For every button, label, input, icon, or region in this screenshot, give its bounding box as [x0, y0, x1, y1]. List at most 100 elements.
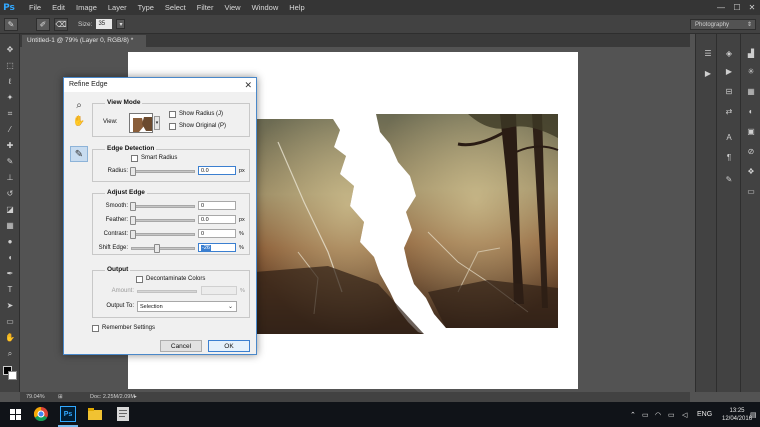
channels-panel-icon[interactable]: ⇄: [722, 106, 736, 118]
show-radius-checkbox[interactable]: [169, 111, 176, 118]
shift-edge-slider-knob[interactable]: [154, 244, 160, 253]
swatches-panel-icon[interactable]: ▦: [744, 86, 758, 98]
navigator-panel-icon[interactable]: ✳: [744, 66, 758, 78]
path-selection-tool-icon[interactable]: ➤: [3, 300, 17, 312]
history-panel-icon[interactable]: ☰: [701, 48, 715, 60]
smooth-slider[interactable]: [130, 202, 195, 211]
move-tool-icon[interactable]: ✥: [3, 44, 17, 56]
timeline-panel-icon[interactable]: ▭: [744, 186, 758, 198]
refine-radius-brush-icon[interactable]: ✎: [70, 146, 88, 162]
marquee-tool-icon[interactable]: ⬚: [3, 60, 17, 72]
menu-file[interactable]: File: [29, 3, 41, 12]
dodge-tool-icon[interactable]: ◖: [3, 252, 17, 264]
menu-view[interactable]: View: [224, 3, 240, 12]
history-brush-tool-icon[interactable]: ↺: [3, 188, 17, 200]
zoom-level[interactable]: 79.04%: [26, 392, 45, 402]
histogram-panel-icon[interactable]: ▟: [744, 48, 758, 60]
menu-window[interactable]: Window: [252, 3, 279, 12]
zoom-icon[interactable]: ⌕: [70, 98, 88, 114]
file-explorer-icon[interactable]: [86, 405, 104, 423]
character-panel-icon[interactable]: A: [722, 132, 736, 144]
color-panel-icon[interactable]: ◐: [744, 106, 758, 118]
properties-panel-icon[interactable]: ⊟: [722, 86, 736, 98]
brushes-panel-icon[interactable]: ✎: [722, 174, 736, 186]
clone-stamp-tool-icon[interactable]: ⊥: [3, 172, 17, 184]
quick-selection-tool-icon[interactable]: ✦: [3, 92, 17, 104]
hand-icon[interactable]: ✋: [70, 114, 88, 130]
battery-icon[interactable]: ▭: [668, 402, 675, 427]
eyedropper-tool-icon[interactable]: ⁄: [3, 124, 17, 136]
remember-settings-checkbox[interactable]: [92, 325, 99, 332]
status-menu-arrow-icon[interactable]: ▸: [134, 392, 137, 402]
gradient-tool-icon[interactable]: ▦: [3, 220, 17, 232]
radius-input[interactable]: 0.0: [198, 166, 236, 175]
chrome-icon[interactable]: [32, 405, 50, 423]
smooth-slider-knob[interactable]: [130, 202, 136, 211]
notifications-icon[interactable]: ▤: [750, 402, 757, 427]
feather-input[interactable]: 0.0: [198, 215, 236, 224]
size-input[interactable]: 35: [96, 19, 113, 29]
layers-panel-icon[interactable]: ◈: [722, 48, 736, 60]
decontaminate-colors-checkbox[interactable]: [136, 276, 143, 283]
type-tool-icon[interactable]: T: [3, 284, 17, 296]
language-indicator[interactable]: ENG: [697, 402, 712, 427]
dialog-close-icon[interactable]: ✕: [244, 78, 252, 92]
healing-brush-tool-icon[interactable]: ✚: [3, 140, 17, 152]
document-tab[interactable]: Untitled-1 @ 79% (Layer 0, RGB/8) *: [22, 35, 146, 47]
feather-slider-knob[interactable]: [130, 216, 136, 225]
output-to-select[interactable]: Selection ⌄: [137, 301, 237, 312]
background-color-swatch[interactable]: [8, 371, 17, 380]
smooth-input[interactable]: 0: [198, 201, 236, 210]
adjustments-panel-icon[interactable]: ▶: [722, 66, 736, 78]
erase-refinements-icon[interactable]: ⌫: [54, 17, 68, 31]
view-mode-thumbnail[interactable]: [129, 113, 153, 133]
menu-edit[interactable]: Edit: [52, 3, 65, 12]
menu-layer[interactable]: Layer: [108, 3, 127, 12]
contrast-input[interactable]: 0: [198, 229, 236, 238]
windows-start-icon[interactable]: [6, 405, 24, 423]
photoshop-taskbar-icon[interactable]: Ps: [60, 406, 76, 422]
refine-radius-tool-icon[interactable]: ✐: [36, 17, 50, 31]
tray-message-icon[interactable]: ▭: [642, 402, 649, 427]
size-dropdown-icon[interactable]: ▾: [116, 19, 126, 29]
volume-icon[interactable]: ◁: [682, 402, 687, 427]
cancel-button[interactable]: Cancel: [160, 340, 202, 352]
radius-slider[interactable]: [130, 167, 195, 176]
lasso-tool-icon[interactable]: ℓ: [3, 76, 17, 88]
workspace-switcher[interactable]: Photography ⇕: [690, 19, 756, 30]
ok-button[interactable]: OK: [208, 340, 250, 352]
styles-panel-icon[interactable]: ▣: [744, 126, 758, 138]
shift-edge-input[interactable]: -26: [198, 243, 236, 252]
brush-preset-icon[interactable]: ✎: [4, 17, 18, 31]
menu-image[interactable]: Image: [76, 3, 97, 12]
info-panel-icon[interactable]: ⊘: [744, 146, 758, 158]
menu-help[interactable]: Help: [289, 3, 304, 12]
menu-filter[interactable]: Filter: [197, 3, 214, 12]
shift-edge-slider[interactable]: [131, 244, 195, 253]
wifi-icon[interactable]: ◠: [655, 402, 661, 427]
maximize-button[interactable]: ☐: [730, 0, 744, 15]
blur-tool-icon[interactable]: ●: [3, 236, 17, 248]
zoom-tool-icon[interactable]: ⌕: [3, 348, 17, 360]
eraser-tool-icon[interactable]: ◪: [3, 204, 17, 216]
actions-panel-icon[interactable]: ▶: [701, 68, 715, 80]
tray-up-arrow-icon[interactable]: ⌃: [630, 402, 636, 427]
crop-tool-icon[interactable]: ⌗: [3, 108, 17, 120]
close-button[interactable]: ✕: [745, 0, 759, 15]
contrast-slider-knob[interactable]: [130, 230, 136, 239]
view-dropdown-arrow[interactable]: ▾: [154, 116, 160, 130]
menu-type[interactable]: Type: [138, 3, 154, 12]
contrast-slider[interactable]: [130, 230, 195, 239]
rectangle-tool-icon[interactable]: ▭: [3, 316, 17, 328]
feather-slider[interactable]: [130, 216, 195, 225]
document-app-icon[interactable]: [114, 405, 132, 423]
clock[interactable]: 13:25 12/04/2016: [722, 402, 752, 427]
minimize-button[interactable]: —: [714, 0, 728, 15]
radius-slider-knob[interactable]: [130, 167, 136, 176]
smart-radius-checkbox[interactable]: [131, 155, 138, 162]
paths-panel-icon[interactable]: ❖: [744, 166, 758, 178]
pen-tool-icon[interactable]: ✒: [3, 268, 17, 280]
hand-tool-icon[interactable]: ✋: [3, 332, 17, 344]
menu-select[interactable]: Select: [165, 3, 186, 12]
paragraph-panel-icon[interactable]: ¶: [722, 152, 736, 164]
